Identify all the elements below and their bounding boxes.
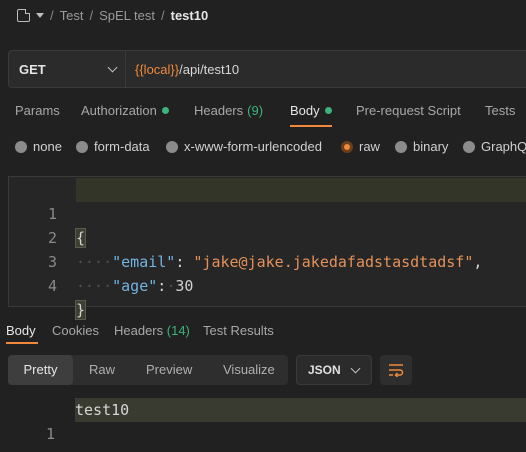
chevron-down-icon [107, 62, 118, 73]
chevron-down-icon [350, 363, 361, 374]
wrap-lines-icon [389, 364, 404, 377]
code-line: 3 ····"age":·30 [47, 253, 194, 295]
response-body-text: test10 [75, 401, 130, 419]
radio-none[interactable]: none [15, 139, 62, 154]
tab-params[interactable]: Params [15, 103, 60, 118]
status-dot [324, 107, 332, 114]
radio-x-www-form-urlencoded[interactable]: x-www-form-urlencoded [166, 139, 322, 154]
url-input[interactable]: {{local}}/api/test10 [126, 62, 239, 77]
response-tab-headers[interactable]: Headers (14) [114, 323, 190, 338]
url-variable: {{local}} [135, 61, 180, 77]
breadcrumb: / Test / SpEL test / test10 [17, 6, 208, 24]
radio-binary[interactable]: binary [395, 139, 448, 154]
response-tab-cookies[interactable]: Cookies [52, 323, 99, 338]
breadcrumb-current[interactable]: test10 [171, 8, 209, 23]
response-tab-test-results[interactable]: Test Results [203, 323, 274, 338]
response-tab-body[interactable]: Body [6, 323, 36, 338]
request-url-bar: GET {{local}}/api/test10 [8, 50, 526, 88]
url-path: /api/test10 [179, 61, 240, 77]
active-tab-indicator [6, 342, 38, 344]
breadcrumb-item-spel-test[interactable]: SpEL test [99, 8, 155, 23]
view-visualize[interactable]: Visualize [223, 355, 275, 385]
collection-icon[interactable] [17, 8, 30, 22]
format-label: JSON [308, 363, 341, 377]
radio-graphql[interactable]: GraphQL [463, 139, 526, 154]
code-line: 4 } [47, 277, 87, 320]
view-mode-switcher: Pretty Raw Preview Visualize [8, 355, 288, 385]
view-pretty[interactable]: Pretty [8, 355, 73, 385]
method-select[interactable]: GET [9, 51, 126, 87]
radio-form-data[interactable]: form-data [76, 139, 150, 154]
code-line: 2 ····"email": "jake@jake.jakedafadstasd… [47, 229, 483, 271]
tab-headers[interactable]: Headers (9) [194, 103, 263, 118]
wrap-lines-button[interactable] [380, 355, 412, 385]
code-line: 1 { [47, 205, 87, 248]
radio-raw[interactable]: raw [341, 139, 380, 154]
tab-pre-request-script[interactable]: Pre-request Script [356, 103, 461, 118]
chevron-down-icon[interactable] [36, 12, 44, 18]
view-preview[interactable]: Preview [146, 355, 192, 385]
breadcrumb-item-test[interactable]: Test [60, 8, 84, 23]
status-dot [161, 107, 169, 114]
request-body-editor[interactable]: 1 { 2 ····"email": "jake@jake.jakedafads… [8, 176, 526, 320]
tab-tests[interactable]: Tests [485, 103, 515, 118]
format-select[interactable]: JSON [296, 355, 372, 385]
method-label: GET [19, 61, 46, 77]
active-tab-indicator [290, 125, 332, 127]
tab-authorization[interactable]: Authorization [81, 103, 169, 118]
view-raw[interactable]: Raw [89, 355, 115, 385]
tab-body[interactable]: Body [290, 103, 332, 118]
